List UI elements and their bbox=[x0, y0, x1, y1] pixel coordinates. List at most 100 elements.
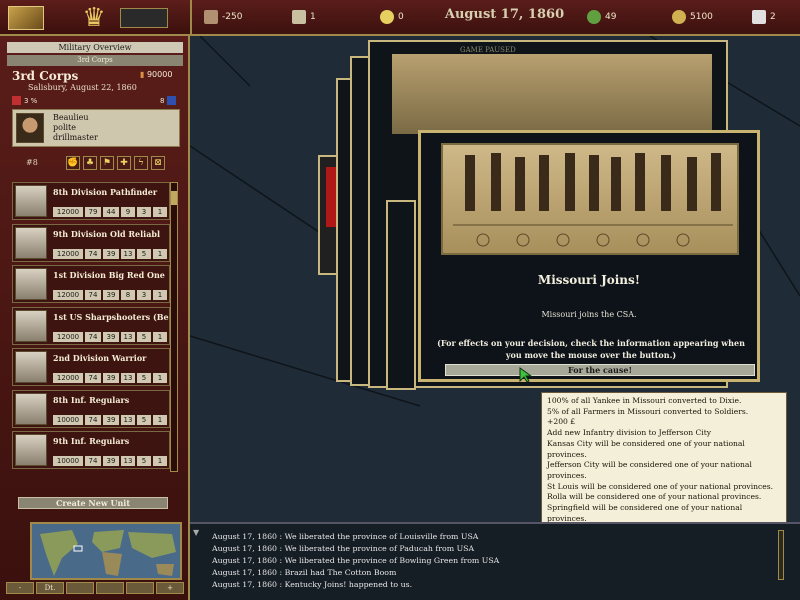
command-icons: ✊ ♣ ⚑ ✚ ϟ ⊠ bbox=[66, 156, 165, 170]
resource-military[interactable]: 1 bbox=[292, 10, 316, 24]
csa-flag-icon[interactable] bbox=[8, 6, 44, 30]
unit-name: 9th Division Old Reliabl bbox=[53, 228, 161, 239]
unit-list-scrollbar[interactable] bbox=[170, 182, 178, 472]
log-collapse-icon[interactable]: ▼ bbox=[193, 528, 199, 537]
unit-stats: 10000 74 39 13 5 1 bbox=[53, 414, 167, 425]
zoom-in-button[interactable]: + bbox=[156, 582, 184, 594]
top-resource-bar: -250 1 0 August 17, 1860 49 5100 2 bbox=[190, 0, 800, 36]
stacked-card-art bbox=[392, 54, 712, 134]
event-choice-button[interactable]: For the cause! bbox=[445, 364, 755, 376]
event-effects-tooltip: 100% of all Yankee in Missouri converted… bbox=[541, 392, 787, 524]
infantry-icon bbox=[15, 351, 47, 383]
tooltip-line: 100% of all Yankee in Missouri converted… bbox=[547, 396, 742, 405]
log-entry[interactable]: August 17, 1860 : We liberated the provi… bbox=[212, 531, 499, 543]
corps-men: ▮ 90000 bbox=[140, 70, 172, 79]
lightbulb-icon bbox=[380, 10, 394, 24]
organize-icon[interactable]: ♣ bbox=[83, 156, 97, 170]
unit-count: #8 bbox=[26, 158, 38, 167]
event-description: Missouri joins the CSA. bbox=[541, 310, 637, 319]
cannon-icon[interactable] bbox=[120, 8, 168, 28]
tooltip-line: Jefferson City will be considered one of… bbox=[547, 460, 752, 480]
resource-prestige[interactable]: -250 bbox=[204, 10, 242, 24]
lightning-icon[interactable]: ϟ bbox=[134, 156, 148, 170]
prestige-icon bbox=[204, 10, 218, 24]
attack-icon[interactable]: ✊ bbox=[66, 156, 80, 170]
game-date[interactable]: August 17, 1860 bbox=[442, 7, 567, 27]
log-entry[interactable]: August 17, 1860 : Kentucky Joins! happen… bbox=[212, 579, 499, 591]
unit-row[interactable]: 1st Division Big Red One 12000 74 39 8 3 1 bbox=[12, 265, 170, 303]
tooltip-line: St Louis will be considered one of your … bbox=[547, 481, 774, 491]
soldiers-icon: ▮ bbox=[140, 70, 145, 79]
create-new-unit-button[interactable]: Create New Unit bbox=[18, 497, 168, 509]
top-left-corner: ♛ bbox=[0, 0, 190, 36]
crossed-swords-icon bbox=[292, 10, 306, 24]
infantry-icon bbox=[15, 392, 47, 425]
leader-name: Beaulieu bbox=[53, 113, 89, 122]
military-panel: Military Overview 3rd Corps 3rd Corps ▮ … bbox=[0, 36, 190, 600]
map-mode-button-4[interactable] bbox=[126, 582, 154, 594]
resource-laurel[interactable]: 49 bbox=[587, 10, 616, 24]
event-hint: (For effects on your decision, check the… bbox=[437, 338, 745, 360]
minimap[interactable] bbox=[30, 522, 182, 580]
leader-portrait bbox=[16, 113, 44, 143]
log-entry[interactable]: August 17, 1860 : We liberated the provi… bbox=[212, 543, 499, 555]
unit-stats: 12000 79 44 9 3 1 bbox=[53, 207, 167, 217]
infantry-icon bbox=[15, 268, 47, 300]
corps-tab[interactable]: 3rd Corps bbox=[7, 55, 183, 66]
log-entry[interactable]: August 17, 1860 : We liberated the provi… bbox=[212, 555, 499, 567]
unit-row[interactable]: 8th Division Pathfinder 12000 79 44 9 3 1 bbox=[12, 182, 170, 220]
unit-name: 2nd Division Warrior bbox=[53, 353, 147, 363]
map-mode-button[interactable]: Dt. bbox=[36, 582, 64, 594]
supply-icon bbox=[167, 96, 177, 105]
unit-name: 1st US Sharpshooters (Be bbox=[53, 311, 169, 322]
unit-row[interactable]: 1st US Sharpshooters (Be 12000 74 39 13 5 1 bbox=[12, 306, 170, 345]
infantry-icon bbox=[15, 434, 47, 466]
tooltip-line: Add new Infantry division to Jefferson C… bbox=[547, 428, 712, 438]
disband-icon[interactable]: ⊠ bbox=[151, 156, 165, 170]
supply-indicator: 8 bbox=[160, 96, 177, 105]
crown-icon[interactable]: ♛ bbox=[78, 2, 110, 34]
unit-stats: 12000 74 39 13 5 1 bbox=[53, 331, 167, 342]
log-scrollbar[interactable] bbox=[778, 530, 784, 580]
unit-name: 9th Inf. Regulars bbox=[53, 436, 130, 446]
event-title: Missouri Joins! bbox=[537, 273, 641, 287]
flag-icon[interactable]: ⚑ bbox=[100, 156, 114, 170]
event-illustration bbox=[441, 143, 739, 255]
unit-stats: 10000 74 39 13 5 1 bbox=[53, 456, 167, 466]
unit-name: 1st Division Big Red One bbox=[53, 270, 165, 280]
money-bag-icon bbox=[672, 10, 686, 24]
leader-trait-2: drillmaster bbox=[53, 133, 98, 142]
corps-men-value: 90000 bbox=[146, 70, 173, 79]
map-mode-button-3[interactable] bbox=[96, 582, 124, 594]
unit-list: 8th Division Pathfinder 12000 79 44 9 3 1 9th… bbox=[12, 182, 170, 473]
log-entry[interactable]: August 17, 1860 : Brazil had The Cotton … bbox=[212, 567, 499, 579]
leader-trait-1: polite bbox=[53, 123, 77, 132]
leader-card[interactable]: Beaulieu polite drillmaster bbox=[12, 109, 180, 147]
unit-stats: 12000 74 39 13 5 1 bbox=[53, 248, 167, 259]
resource-research[interactable]: 0 bbox=[380, 10, 404, 24]
event-popup: Missouri Joins! Missouri joins the CSA. … bbox=[418, 130, 760, 383]
tooltip-line: +200 £ bbox=[547, 417, 576, 427]
zoom-out-button[interactable]: - bbox=[6, 582, 34, 594]
mouse-cursor-icon bbox=[519, 367, 533, 383]
scrollbar-thumb[interactable] bbox=[171, 191, 177, 205]
resource-messages[interactable]: 2 bbox=[752, 10, 776, 24]
resource-money[interactable]: 5100 bbox=[672, 10, 713, 24]
unit-row[interactable]: 9th Division Old Reliabl 12000 74 39 13 5 1 bbox=[12, 223, 170, 262]
soldiers-illustration bbox=[453, 153, 733, 247]
unit-name: 8th Inf. Regulars bbox=[53, 394, 130, 405]
tooltip-line: 5% of all Farmers in Missouri converted … bbox=[547, 406, 749, 416]
minimap-world bbox=[40, 530, 176, 576]
map-mode-button-2[interactable] bbox=[66, 582, 94, 594]
unit-row[interactable]: 8th Inf. Regulars 10000 74 39 13 5 1 bbox=[12, 389, 170, 428]
event-card-stack-4 bbox=[386, 200, 416, 390]
messages-icon bbox=[752, 10, 766, 24]
unit-row[interactable]: 2nd Division Warrior 12000 74 39 13 5 1 bbox=[12, 348, 170, 386]
infantry-icon bbox=[15, 226, 47, 259]
unit-stats: 12000 74 39 13 5 1 bbox=[53, 373, 167, 383]
log-lines: August 17, 1860 : We liberated the provi… bbox=[212, 531, 499, 591]
infantry-icon bbox=[15, 309, 47, 342]
laurel-icon bbox=[587, 10, 601, 24]
unit-row[interactable]: 9th Inf. Regulars 10000 74 39 13 5 1 bbox=[12, 431, 170, 469]
reinforce-icon[interactable]: ✚ bbox=[117, 156, 131, 170]
